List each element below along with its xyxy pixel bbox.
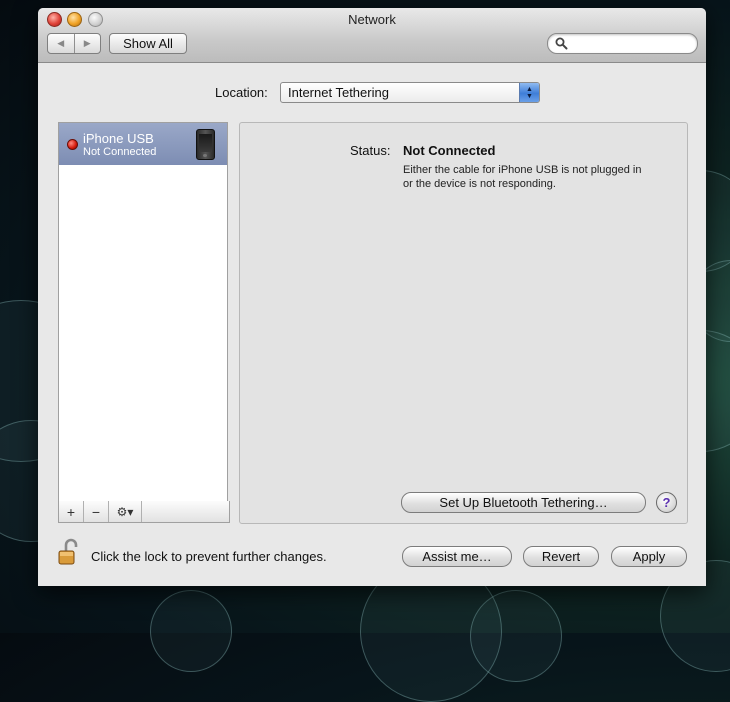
setup-bluetooth-tethering-button[interactable]: Set Up Bluetooth Tethering… bbox=[401, 492, 646, 513]
back-arrow-icon[interactable]: ◀ bbox=[48, 34, 74, 53]
service-status: Not Connected bbox=[83, 146, 157, 158]
search-field[interactable] bbox=[547, 33, 698, 54]
title-bar: Network ◀ ▶ Show All bbox=[38, 8, 706, 63]
service-name: iPhone USB bbox=[83, 131, 154, 146]
assist-me-button[interactable]: Assist me… bbox=[402, 546, 512, 567]
remove-service-button[interactable]: − bbox=[84, 501, 109, 522]
location-label: Location: bbox=[215, 85, 268, 100]
forward-arrow-icon[interactable]: ▶ bbox=[73, 34, 101, 53]
help-button[interactable]: ? bbox=[656, 492, 677, 513]
search-input[interactable] bbox=[572, 35, 690, 50]
lock-icon[interactable] bbox=[57, 538, 83, 566]
popup-arrows-icon: ▲ ▼ bbox=[519, 83, 539, 102]
add-service-button[interactable]: + bbox=[59, 501, 84, 522]
service-item-iphone-usb[interactable]: iPhone USB Not Connected bbox=[59, 123, 227, 165]
status-description: Either the cable for iPhone USB is not p… bbox=[403, 164, 642, 190]
service-list: iPhone USB Not Connected bbox=[58, 122, 228, 502]
gear-menu-button[interactable]: ⚙▾ bbox=[109, 501, 142, 522]
lock-message: Click the lock to prevent further change… bbox=[91, 549, 327, 564]
window-title: Network bbox=[348, 12, 396, 27]
navigation-buttons: ◀ ▶ bbox=[47, 33, 101, 54]
status-value: Not Connected bbox=[403, 143, 496, 158]
network-preferences-window: Network ◀ ▶ Show All Location: Internet … bbox=[38, 8, 706, 586]
show-all-button[interactable]: Show All bbox=[109, 33, 187, 54]
status-label: Status: bbox=[350, 143, 391, 158]
status-dot-icon bbox=[67, 139, 78, 150]
search-icon bbox=[555, 37, 568, 50]
location-popup[interactable]: Internet Tethering ▲ ▼ bbox=[280, 82, 540, 103]
apply-button[interactable]: Apply bbox=[611, 546, 687, 567]
location-value: Internet Tethering bbox=[288, 85, 389, 100]
revert-button[interactable]: Revert bbox=[523, 546, 599, 567]
service-list-toolbar: + − ⚙▾ bbox=[58, 501, 230, 523]
iphone-icon bbox=[196, 129, 215, 160]
service-detail-pane: Status: Not Connected Either the cable f… bbox=[239, 122, 688, 524]
